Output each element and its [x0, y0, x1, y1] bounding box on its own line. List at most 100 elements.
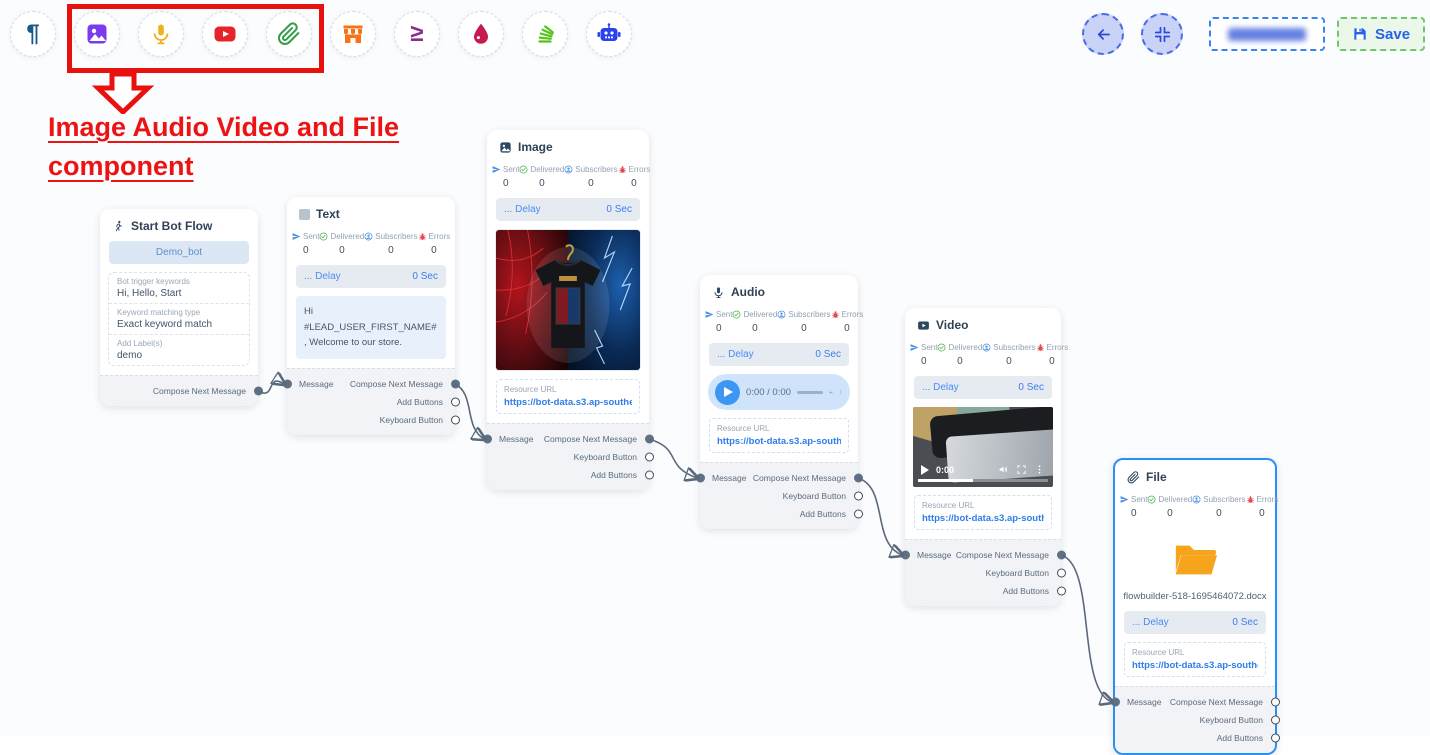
flow-canvas[interactable]: ¶ ≥ Save Image Audio Video and File comp… — [0, 0, 1430, 736]
resource-url-link[interactable]: https://bot-data.s3.ap-southeast-1.wasab… — [922, 513, 1044, 524]
output-port-add-buttons[interactable] — [1057, 587, 1066, 596]
file-preview[interactable] — [1115, 521, 1275, 591]
stack-icon — [533, 22, 557, 46]
node-image[interactable]: Image Sent0 Delivered0 Subscribers0 Erro… — [487, 130, 649, 490]
output-port-compose-next-message[interactable] — [451, 380, 460, 389]
errors-icon — [1036, 343, 1045, 352]
toolbar-text-component[interactable]: ¶ — [10, 11, 56, 57]
volume-icon[interactable] — [998, 464, 1009, 475]
toolbar-bot-component[interactable] — [586, 11, 632, 57]
video-progress-fill — [918, 479, 973, 482]
errors-icon — [618, 165, 627, 174]
toolbar-ecommerce-component[interactable] — [330, 11, 376, 57]
start-fields: Bot trigger keywords Hi, Hello, Start Ke… — [108, 272, 250, 366]
stats-row: Sent0 Delivered0 Subscribers0 Errors0 — [700, 303, 858, 336]
node-text[interactable]: Text Sent0 Delivered0 Subscribers0 Error… — [287, 197, 455, 435]
save-button[interactable]: Save — [1337, 17, 1425, 51]
input-port-message[interactable] — [283, 380, 292, 389]
output-port-add-buttons[interactable] — [645, 471, 654, 480]
play-icon[interactable] — [921, 465, 929, 475]
input-port-message[interactable] — [483, 435, 492, 444]
output-port-keyboard-button[interactable] — [1057, 569, 1066, 578]
io-row: Message Compose Next Message — [712, 471, 846, 485]
field-trigger-keywords[interactable]: Bot trigger keywords Hi, Hello, Start — [109, 273, 249, 303]
output-port-add-buttons[interactable] — [1271, 734, 1280, 743]
toolbar-audio-component[interactable] — [138, 11, 184, 57]
node-video[interactable]: Video Sent0 Delivered0 Subscribers0 Erro… — [905, 308, 1061, 606]
node-audio[interactable]: Audio Sent0 Delivered0 Subscribers0 Erro… — [700, 275, 858, 529]
io-row: Message Compose Next Message — [499, 432, 637, 446]
node-file[interactable]: File Sent0 Delivered0 Subscribers0 Error… — [1113, 458, 1277, 755]
node-header: Audio — [700, 275, 858, 303]
output-port-compose-next-message[interactable] — [1057, 551, 1066, 560]
sent-icon — [910, 343, 919, 352]
output-port-compose-next-message[interactable] — [854, 474, 863, 483]
resource-url-link[interactable]: https://bot-data.s3.ap-southeast-1.wasab… — [1132, 660, 1258, 671]
output-label: Compose Next Message — [544, 434, 637, 444]
field-labels[interactable]: Add Label(s) demo — [109, 334, 249, 365]
output-port-add-buttons[interactable] — [451, 398, 460, 407]
stat-errors: Errors0 — [831, 310, 864, 334]
input-label: Message — [917, 550, 952, 560]
resource-url-link[interactable]: https://bot-data.s3.ap-southeast-1.wasab… — [504, 397, 632, 408]
output-port-keyboard-button[interactable] — [451, 416, 460, 425]
stat-delivered: Delivered0 — [1147, 495, 1192, 519]
back-button[interactable] — [1082, 13, 1124, 55]
stat-delivered: Delivered0 — [319, 232, 364, 256]
stat-subscribers: Subscribers0 — [1192, 495, 1245, 519]
toolbar-droplet-component[interactable] — [458, 11, 504, 57]
audio-time: 0:00 / 0:00 — [746, 387, 791, 398]
menu-dots-icon[interactable] — [1034, 464, 1045, 475]
output-port-compose-next-message[interactable] — [254, 387, 263, 396]
video-icon — [917, 319, 930, 332]
sent-icon — [1120, 495, 1129, 504]
delivered-icon — [519, 165, 528, 174]
stat-delivered: Delivered0 — [519, 165, 564, 189]
toolbar-video-component[interactable] — [202, 11, 248, 57]
audio-progress[interactable] — [797, 391, 823, 394]
image-preview[interactable] — [495, 229, 641, 371]
errors-icon — [831, 310, 840, 319]
delivered-icon — [732, 310, 741, 319]
input-label: Message — [712, 473, 747, 483]
video-progress[interactable] — [918, 479, 1048, 482]
message-preview[interactable]: Hi #LEAD_USER_FIRST_NAME# , Welcome to o… — [296, 296, 446, 359]
node-start-bot-flow[interactable]: Start Bot Flow Demo_bot Bot trigger keyw… — [100, 209, 258, 406]
output-port-keyboard-button[interactable] — [645, 453, 654, 462]
toolbar-image-component[interactable] — [74, 11, 120, 57]
input-port-message[interactable] — [696, 474, 705, 483]
node-header: Start Bot Flow — [100, 209, 258, 237]
node-title: File — [1146, 470, 1167, 484]
play-button[interactable] — [715, 380, 740, 405]
resource-url-link[interactable]: https://bot-data.s3.ap-southeast-1.wasab… — [717, 436, 841, 447]
field-matching-type[interactable]: Keyword matching type Exact keyword matc… — [109, 303, 249, 334]
toolbar-file-component[interactable] — [266, 11, 312, 57]
delay-bar[interactable]: ... Delay0 Sec — [1124, 611, 1266, 634]
delay-bar[interactable]: ... Delay0 Sec — [496, 198, 640, 221]
input-port-message[interactable] — [901, 551, 910, 560]
output-port-compose-next-message[interactable] — [645, 435, 654, 444]
output-port-keyboard-button[interactable] — [1271, 716, 1280, 725]
delay-bar[interactable]: ... Delay0 Sec — [296, 265, 446, 288]
delay-bar[interactable]: ... Delay0 Sec — [914, 376, 1052, 399]
fit-view-button[interactable] — [1141, 13, 1183, 55]
output-port-add-buttons[interactable] — [854, 510, 863, 519]
output-row: Keyboard Button — [917, 566, 1049, 580]
output-port-keyboard-button[interactable] — [854, 492, 863, 501]
video-player[interactable]: 0:00 — [913, 407, 1053, 487]
redacted-action-button[interactable] — [1209, 17, 1325, 51]
audio-player[interactable]: 0:00 / 0:00 — [708, 374, 850, 410]
delay-bar[interactable]: ... Delay0 Sec — [709, 343, 849, 366]
output-port-compose-next-message[interactable] — [1271, 698, 1280, 707]
output-row: Add Buttons — [299, 395, 443, 409]
fullscreen-icon[interactable] — [1016, 464, 1027, 475]
menu-dots-icon[interactable] — [839, 386, 843, 398]
bot-name-button[interactable]: Demo_bot — [109, 241, 249, 264]
paperclip-icon — [277, 22, 301, 46]
toolbar-condition-component[interactable]: ≥ — [394, 11, 440, 57]
microphone-icon — [149, 22, 173, 46]
stat-subscribers: Subscribers0 — [777, 310, 830, 334]
volume-icon[interactable] — [829, 386, 833, 399]
toolbar-sequence-component[interactable] — [522, 11, 568, 57]
input-port-message[interactable] — [1111, 698, 1120, 707]
